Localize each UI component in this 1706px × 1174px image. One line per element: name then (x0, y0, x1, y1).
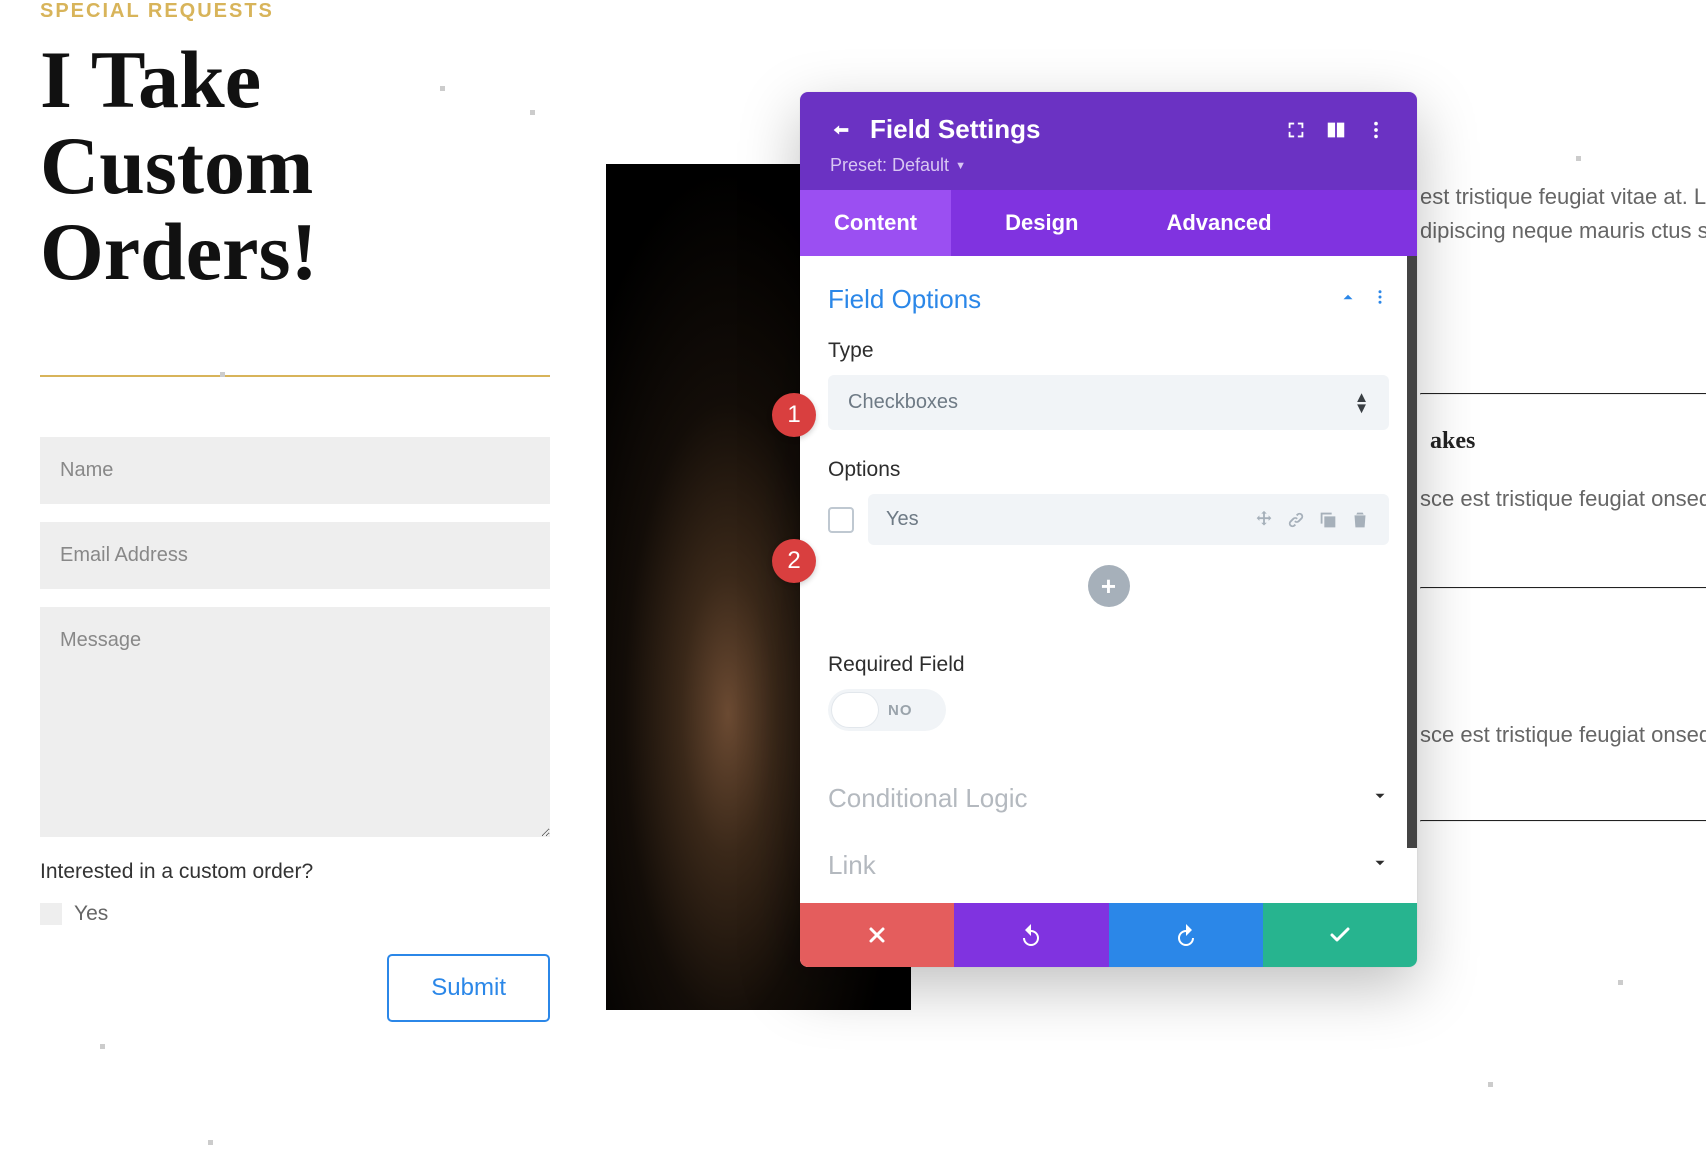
chevron-down-icon[interactable] (1371, 787, 1389, 810)
product-item-desc: sce est tristique feugiat onsequat oreme… (1420, 482, 1706, 515)
move-icon[interactable] (1253, 509, 1275, 531)
modal-title: Field Settings (870, 114, 1267, 145)
option-checkbox[interactable] (828, 507, 854, 533)
tab-advanced[interactable]: Advanced (1132, 190, 1305, 256)
option-value: Yes (886, 508, 919, 531)
redo-button[interactable] (1109, 903, 1263, 967)
product-item-title: akes (1430, 428, 1475, 455)
redo-icon (1174, 923, 1198, 947)
toggle-knob (832, 693, 878, 727)
trash-icon[interactable] (1349, 509, 1371, 531)
annotation-badge-1: 1 (772, 393, 816, 437)
annotation-badge-2: 2 (772, 539, 816, 583)
confirm-button[interactable] (1263, 903, 1417, 967)
type-select[interactable]: Checkboxes ▲▼ (828, 375, 1389, 430)
select-caret-icon: ▲▼ (1354, 393, 1369, 413)
email-input[interactable] (40, 522, 550, 589)
custom-order-checkbox[interactable] (40, 903, 62, 925)
list-divider (1420, 820, 1706, 822)
tab-design[interactable]: Design (971, 190, 1112, 256)
divider-accent (40, 375, 550, 377)
section-eyebrow: SPECIAL REQUESTS (40, 0, 550, 23)
duplicate-icon[interactable] (1317, 509, 1339, 531)
message-textarea[interactable] (40, 607, 550, 837)
intro-paragraph: est tristique feugiat vitae at. Lorem le… (1420, 180, 1706, 248)
back-icon[interactable] (830, 119, 852, 141)
close-icon (865, 923, 889, 947)
chevron-up-icon[interactable] (1339, 288, 1357, 311)
custom-order-checkbox-label: Yes (74, 902, 108, 926)
type-select-value: Checkboxes (848, 391, 958, 414)
checkbox-group-label: Interested in a custom order? (40, 860, 550, 884)
cancel-button[interactable] (800, 903, 954, 967)
type-label: Type (828, 339, 1389, 363)
section-menu-icon[interactable] (1371, 288, 1389, 311)
product-item-desc: sce est tristique feugiat onsequat oreme… (1420, 718, 1706, 751)
kebab-menu-icon[interactable] (1365, 119, 1387, 141)
section-conditional-logic-title[interactable]: Conditional Logic (828, 783, 1027, 814)
link-icon[interactable] (1285, 509, 1307, 531)
options-label: Options (828, 458, 1389, 482)
list-divider (1420, 393, 1706, 395)
add-option-button[interactable]: + (1088, 565, 1130, 607)
undo-icon (1019, 923, 1043, 947)
page-headline: I Take Custom Orders! (40, 37, 550, 295)
option-item[interactable]: Yes (868, 494, 1389, 545)
undo-button[interactable] (954, 903, 1108, 967)
submit-button[interactable]: Submit (387, 954, 550, 1022)
tab-content[interactable]: Content (800, 190, 951, 256)
section-field-options-title[interactable]: Field Options (828, 284, 981, 315)
preset-label: Preset: Default (830, 155, 949, 176)
name-input[interactable] (40, 437, 550, 504)
required-toggle[interactable]: NO (828, 689, 946, 731)
scrollbar-thumb[interactable] (1407, 256, 1417, 848)
check-icon (1328, 923, 1352, 947)
layout-icon[interactable] (1325, 119, 1347, 141)
caret-down-icon: ▼ (955, 160, 966, 172)
section-link-title[interactable]: Link (828, 850, 876, 881)
toggle-state-label: NO (888, 702, 913, 719)
field-settings-modal: Field Settings Preset: Default ▼ Content… (800, 92, 1417, 967)
expand-icon[interactable] (1285, 119, 1307, 141)
preset-selector[interactable]: Preset: Default ▼ (830, 155, 1387, 176)
required-label: Required Field (828, 653, 1389, 677)
chevron-down-icon[interactable] (1371, 854, 1389, 877)
list-divider (1420, 587, 1706, 589)
